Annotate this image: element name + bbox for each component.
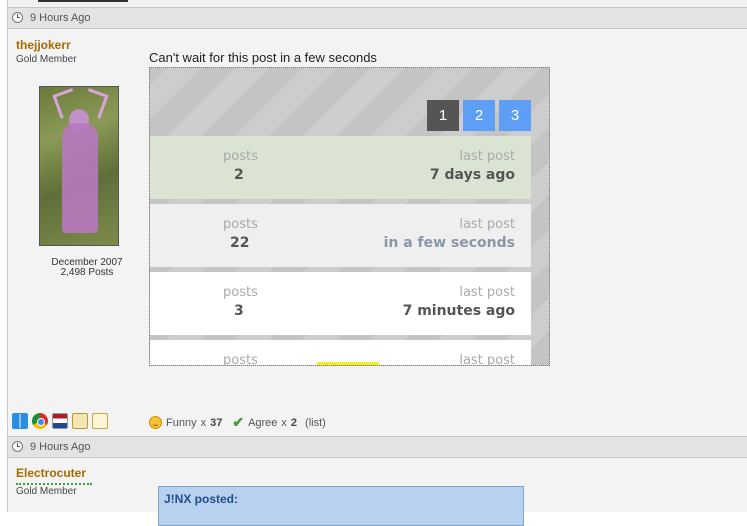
thread-row[interactable]: posts 2 last post 7 days ago [150, 136, 531, 199]
post-header: 9 Hours Ago [8, 7, 747, 29]
post-header: 9 Hours Ago [8, 436, 747, 458]
embedded-thread-widget: 1 2 3 posts 2 last post 7 days ago posts… [149, 67, 550, 366]
posts-label: posts [223, 353, 258, 366]
last-post-value: 7 days ago [429, 167, 515, 183]
posts-value: 22 [230, 235, 250, 251]
posts-label: posts [223, 285, 258, 300]
posts-label: posts [223, 149, 258, 164]
notepad-icon [92, 413, 108, 429]
reactions-list-link[interactable]: (list) [305, 417, 326, 429]
post-timestamp: 9 Hours Ago [30, 12, 91, 24]
last-post-label: last post [459, 353, 515, 366]
highlight-mark [317, 362, 379, 365]
agree-x: x [281, 416, 287, 429]
post-text: Can't wait for this post in a few second… [149, 50, 377, 65]
last-post-value: in a few seconds [383, 235, 515, 251]
funny-icon[interactable] [149, 416, 162, 429]
last-post-value: 7 minutes ago [402, 303, 515, 319]
funny-count: 37 [210, 416, 223, 429]
agree-count: 2 [290, 416, 298, 429]
clock-icon [12, 12, 23, 23]
last-post-label: last post [459, 285, 515, 300]
thread-row[interactable]: posts 3 last post 7 minutes ago [150, 272, 531, 335]
username-underline [16, 483, 92, 485]
user-title: Gold Member [16, 486, 77, 497]
thread-row[interactable]: posts 22 last post in a few seconds [150, 204, 531, 267]
clock-icon [12, 441, 23, 452]
user-title: Gold Member [16, 54, 77, 65]
netherlands-flag-icon [52, 413, 68, 429]
page-button-2[interactable]: 2 [463, 100, 495, 131]
page-button-3[interactable]: 3 [499, 100, 531, 131]
agree-label[interactable]: Agree [248, 417, 277, 429]
post-timestamp: 9 Hours Ago [30, 441, 91, 453]
calendar-icon [72, 413, 88, 429]
user-avatar[interactable] [39, 86, 119, 246]
posts-value: 3 [234, 303, 244, 319]
funny-label[interactable]: Funny [166, 417, 197, 429]
reactions-bar: Funny x 37 ✔ Agree x 2 (list) [149, 414, 326, 431]
windows-icon [12, 413, 28, 429]
chrome-icon [32, 413, 48, 429]
username-link[interactable]: Electrocuter [16, 466, 86, 480]
thread-row[interactable]: posts last post [150, 340, 531, 366]
posts-value: 2 [234, 167, 244, 183]
last-post-label: last post [459, 217, 515, 232]
avatar-figure [62, 123, 98, 233]
agree-check-icon[interactable]: ✔ [232, 414, 244, 431]
posts-label: posts [223, 217, 258, 232]
page-button-1[interactable]: 1 [427, 100, 459, 131]
username-link[interactable]: thejjokerr [16, 38, 71, 52]
user-icons [12, 413, 108, 429]
last-post-label: last post [459, 149, 515, 164]
funny-x: x [200, 416, 207, 429]
prev-toolbar-edge [38, 0, 128, 2]
quote-box: J!NX posted: [158, 486, 524, 526]
post-count: 2,498 Posts [60, 267, 114, 278]
quote-title: J!NX posted: [164, 492, 239, 506]
